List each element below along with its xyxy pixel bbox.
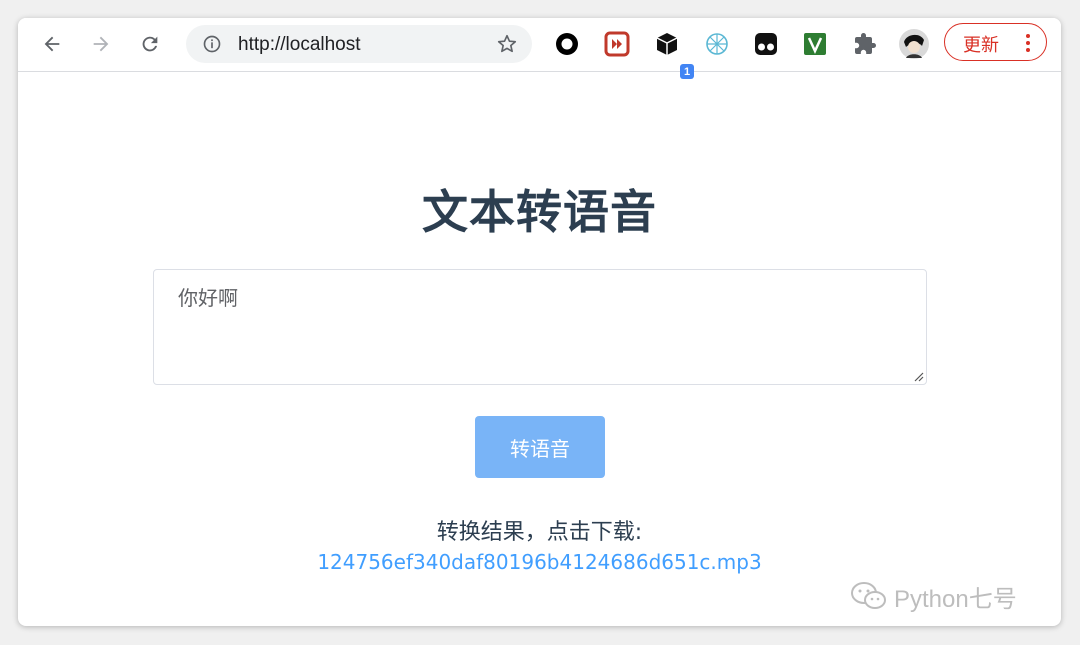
browser-toolbar: http://localhost 1 更新: [18, 18, 1061, 79]
watermark: Python七号: [850, 581, 1017, 613]
extension-cube-icon[interactable]: [654, 31, 680, 57]
address-bar[interactable]: http://localhost: [186, 25, 532, 63]
url-text: http://localhost: [238, 34, 361, 55]
info-icon[interactable]: [202, 34, 222, 58]
browser-window: http://localhost 1 更新 文本转语音 你好啊 转语音 转换结果…: [18, 18, 1061, 626]
result-label: 转换结果，点击下载:: [436, 520, 643, 545]
back-button[interactable]: [38, 30, 66, 58]
wechat-icon: [851, 582, 886, 609]
extension-tampermonkey-icon[interactable]: [753, 31, 779, 57]
extension-ring-icon[interactable]: [554, 31, 580, 57]
extensions-icon[interactable]: [852, 31, 878, 57]
update-button[interactable]: 更新: [944, 23, 1047, 61]
watermark-text: Python七号: [894, 585, 1017, 613]
extension-web-icon[interactable]: [704, 31, 730, 57]
reload-button[interactable]: [136, 30, 164, 58]
extension-fastforward-icon[interactable]: [604, 31, 630, 57]
forward-button[interactable]: [87, 30, 115, 58]
convert-button[interactable]: 转语音: [475, 416, 605, 478]
download-link[interactable]: 124756ef340daf80196b4124686d651c.mp3: [18, 550, 1061, 574]
update-label: 更新: [963, 35, 999, 56]
extension-v-icon[interactable]: [802, 31, 828, 57]
resize-handle-icon[interactable]: [912, 370, 924, 382]
star-icon[interactable]: [496, 33, 518, 59]
more-vert-icon: [1025, 32, 1031, 52]
forward-icon: [93, 36, 109, 52]
page-content: 文本转语音 你好啊 转语音 转换结果，点击下载: 124756ef340daf8…: [18, 72, 1061, 626]
reload-icon: [142, 36, 158, 52]
page-title: 文本转语音: [422, 185, 657, 239]
back-icon: [44, 36, 60, 52]
text-input[interactable]: 你好啊: [153, 269, 927, 385]
profile-avatar[interactable]: [898, 28, 930, 60]
